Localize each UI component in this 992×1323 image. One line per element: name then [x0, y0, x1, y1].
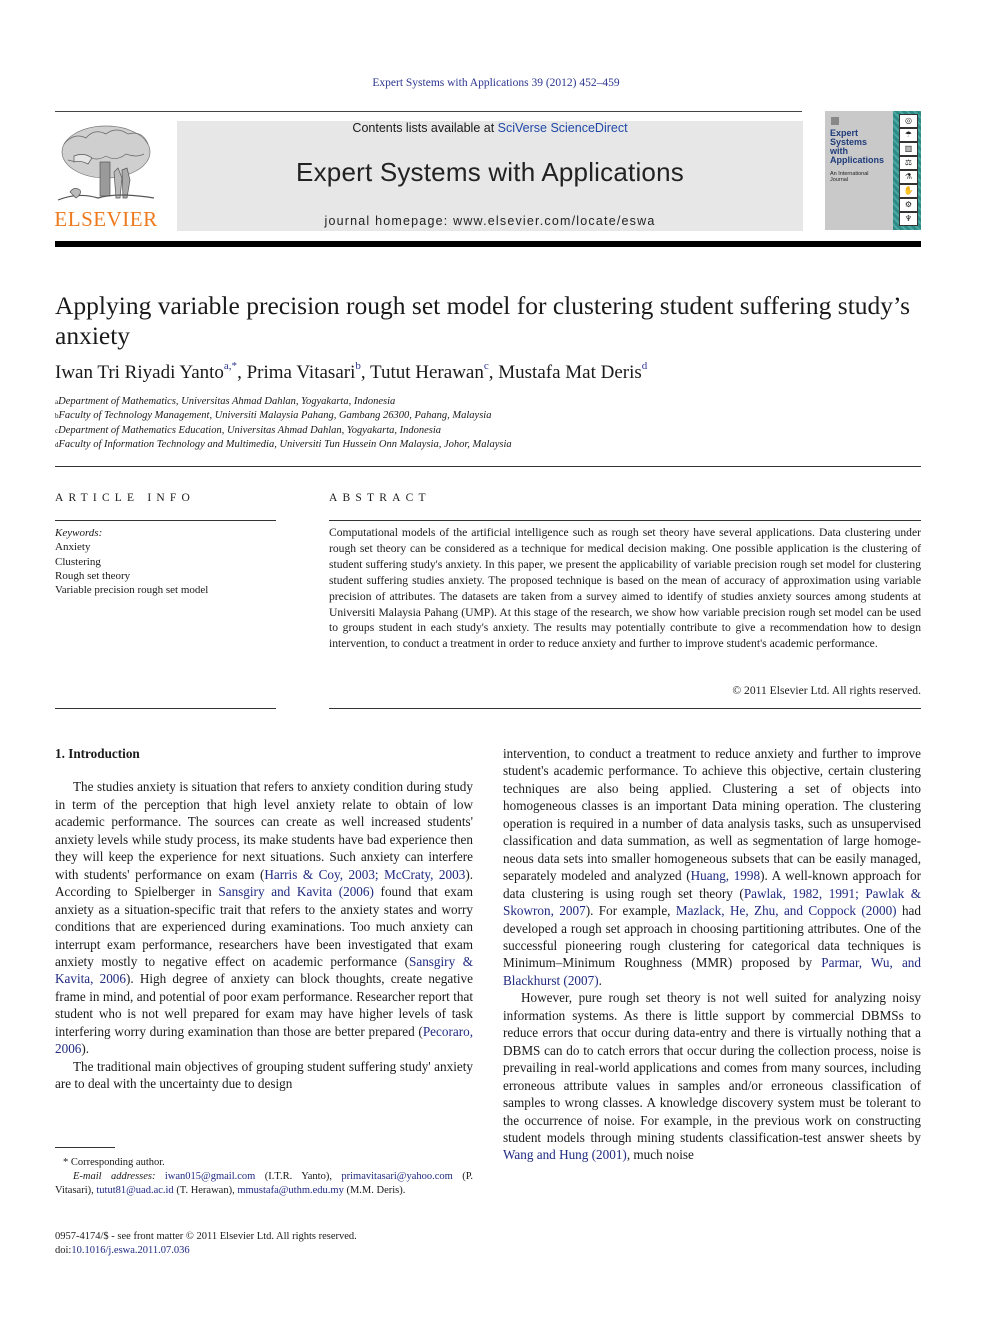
section-rule — [55, 466, 921, 467]
affiliation-text: Faculty of Information Technology and Mu… — [58, 438, 512, 450]
affiliation: dFaculty of Information Technology and M… — [55, 438, 755, 452]
body-column-left: 1. Introduction The studies anxiety is s… — [55, 745, 473, 1093]
paragraph: The traditional main objectives of group… — [55, 1058, 473, 1092]
paragraph-text: However, pure rough set theory is not we… — [503, 990, 921, 1145]
citation-link[interactable]: Huang, 1998 — [691, 868, 760, 883]
footnotes: * Corresponding author. E-mail addresses… — [55, 1156, 473, 1199]
cover-machine-icon: ⚙ — [899, 198, 918, 212]
header-rule — [55, 111, 802, 112]
citation-link[interactable]: Sansgiry and Kavita (2006) — [218, 884, 374, 899]
keyword: Anxiety — [55, 541, 91, 554]
email-link[interactable]: iwan015@gmail.com — [165, 1171, 255, 1182]
journal-title: Expert Systems with Applications — [296, 157, 684, 187]
keyword: Rough set theory — [55, 569, 131, 582]
cover-caduceus-icon: ♆ — [899, 212, 918, 226]
cover-subtitle-line: Journal — [830, 177, 849, 183]
email-owner: (T. Herawan), — [176, 1185, 235, 1197]
contents-line: Contents lists available at SciVerse Sci… — [177, 121, 803, 135]
cover-steering-wheel-icon: ◎ — [899, 114, 918, 128]
paragraph-text: ). For example, — [585, 903, 676, 919]
journal-masthead: Contents lists available at SciVerse Sci… — [177, 121, 803, 231]
cover-scales-icon: ⚖ — [899, 156, 918, 170]
doi-prefix: doi: — [55, 1245, 72, 1257]
email-owner: (I.T.R. Yanto), — [264, 1171, 332, 1183]
abstract-rule-top — [329, 520, 921, 521]
masthead-thick-rule — [55, 241, 921, 247]
corresponding-author-note: * Corresponding author. — [63, 1157, 165, 1168]
keywords-block: Keywords: Anxiety Clustering Rough set t… — [55, 526, 276, 597]
email-label: E-mail addresses: — [73, 1171, 156, 1183]
author-affiliation-mark[interactable]: a,* — [224, 360, 237, 372]
elsevier-logo: ELSEVIER — [54, 122, 158, 232]
article-info-rule-bottom — [55, 708, 276, 709]
footnote-rule — [55, 1147, 115, 1148]
citation-link[interactable]: Wang and Hung (2001) — [503, 1147, 627, 1162]
article-title: Applying variable precision rough set mo… — [55, 291, 911, 350]
affiliation: cDepartment of Mathematics Education, Un… — [55, 424, 755, 438]
journal-cover-thumbnail[interactable]: Expert Systems with Applications An Inte… — [825, 111, 921, 230]
email-addresses: E-mail addresses: iwan015@gmail.com (I.T… — [55, 1170, 473, 1198]
doi-link[interactable]: 10.1016/j.eswa.2011.07.036 — [71, 1245, 189, 1256]
journal-homepage[interactable]: journal homepage: www.elsevier.com/locat… — [177, 214, 803, 228]
keyword: Clustering — [55, 555, 101, 568]
author-affiliation-mark[interactable]: c — [484, 360, 489, 372]
article-info-heading: ARTICLE INFO — [55, 492, 195, 504]
author-name: Iwan Tri Riyadi Yanto — [55, 362, 224, 383]
keyword: Variable precision rough set model — [55, 584, 209, 597]
cover-subtitle: An International Journal — [830, 171, 869, 183]
cover-globe-icon: ☂ — [899, 128, 918, 142]
citation-link[interactable]: Harris & Coy, 2003; McCraty, 2003 — [264, 867, 465, 882]
abstract-text: Computational models of the artificial i… — [329, 526, 921, 651]
paragraph: However, pure rough set theory is not we… — [503, 989, 921, 1164]
email-link[interactable]: mmustafa@uthm.edu.my — [237, 1185, 344, 1196]
author-list: Iwan Tri Riyadi Yantoa,*, Prima Vitasari… — [55, 360, 648, 383]
email-owner: (M.M. Deris). — [346, 1185, 406, 1197]
paragraph-text: ). — [81, 1041, 90, 1057]
elsevier-wordmark: ELSEVIER — [54, 207, 158, 231]
keywords-label: Keywords: — [55, 527, 103, 539]
paragraph-text: , much noise — [626, 1147, 694, 1163]
cover-microscope-icon: ⚗ — [899, 170, 918, 184]
affiliation-text: Faculty of Technology Management, Univer… — [58, 410, 492, 422]
section-heading: 1. Introduction — [55, 746, 140, 761]
body-column-right: intervention, to conduct a treatment to … — [503, 745, 921, 1164]
affiliation-list: aDepartment of Mathematics, Universitas … — [55, 395, 755, 452]
elsevier-tree-icon — [57, 125, 155, 201]
sciencedirect-link[interactable]: SciVerse ScienceDirect — [498, 121, 628, 135]
author-affiliation-mark[interactable]: d — [642, 360, 648, 372]
author-affiliation-mark[interactable]: b — [355, 360, 361, 372]
cover-bar-chart-icon: ▥ — [899, 142, 918, 156]
issn-line: 0957-4174/$ - see front matter © 2011 El… — [55, 1231, 357, 1242]
article-info-rule-top — [55, 520, 276, 521]
author-name: Mustafa Mat Deris — [498, 362, 642, 383]
cover-hand-icon: ✋ — [899, 184, 918, 198]
journal-reference-link[interactable]: Expert Systems with Applications 39 (201… — [0, 77, 992, 89]
author-name: Tutut Herawan — [370, 362, 484, 383]
paragraph-text: intervention, to conduct a treatment to … — [503, 746, 921, 884]
front-matter: 0957-4174/$ - see front matter © 2011 El… — [55, 1230, 473, 1258]
affiliation: aDepartment of Mathematics, Universitas … — [55, 395, 755, 409]
cover-title: Expert Systems with Applications — [830, 129, 884, 165]
email-link[interactable]: primavitasari@yahoo.com — [341, 1171, 452, 1182]
contents-prefix: Contents lists available at — [352, 121, 498, 135]
paragraph: intervention, to conduct a treatment to … — [503, 745, 921, 989]
affiliation-text: Department of Mathematics, Universitas A… — [58, 396, 396, 407]
citation-link[interactable]: Mazlack, He, Zhu, and Coppock (2000) — [676, 903, 897, 918]
cover-title-line: Applications — [830, 155, 885, 165]
cover-publisher-logo-icon — [831, 117, 839, 125]
paragraph: The studies anxiety is situation that re… — [55, 778, 473, 1057]
author-name: Prima Vitasari — [246, 362, 356, 383]
email-link[interactable]: tutut81@uad.ac.id — [96, 1185, 173, 1196]
affiliation: bFaculty of Technology Management, Unive… — [55, 409, 755, 423]
abstract-heading: ABSTRACT — [329, 492, 431, 504]
paragraph-text: . — [598, 972, 602, 988]
affiliation-text: Department of Mathematics Education, Uni… — [58, 424, 442, 436]
abstract-copyright: © 2011 Elsevier Ltd. All rights reserved… — [732, 684, 921, 697]
doi-line: doi:10.1016/j.eswa.2011.07.036 — [55, 1244, 473, 1258]
abstract-rule-bottom — [329, 708, 921, 709]
